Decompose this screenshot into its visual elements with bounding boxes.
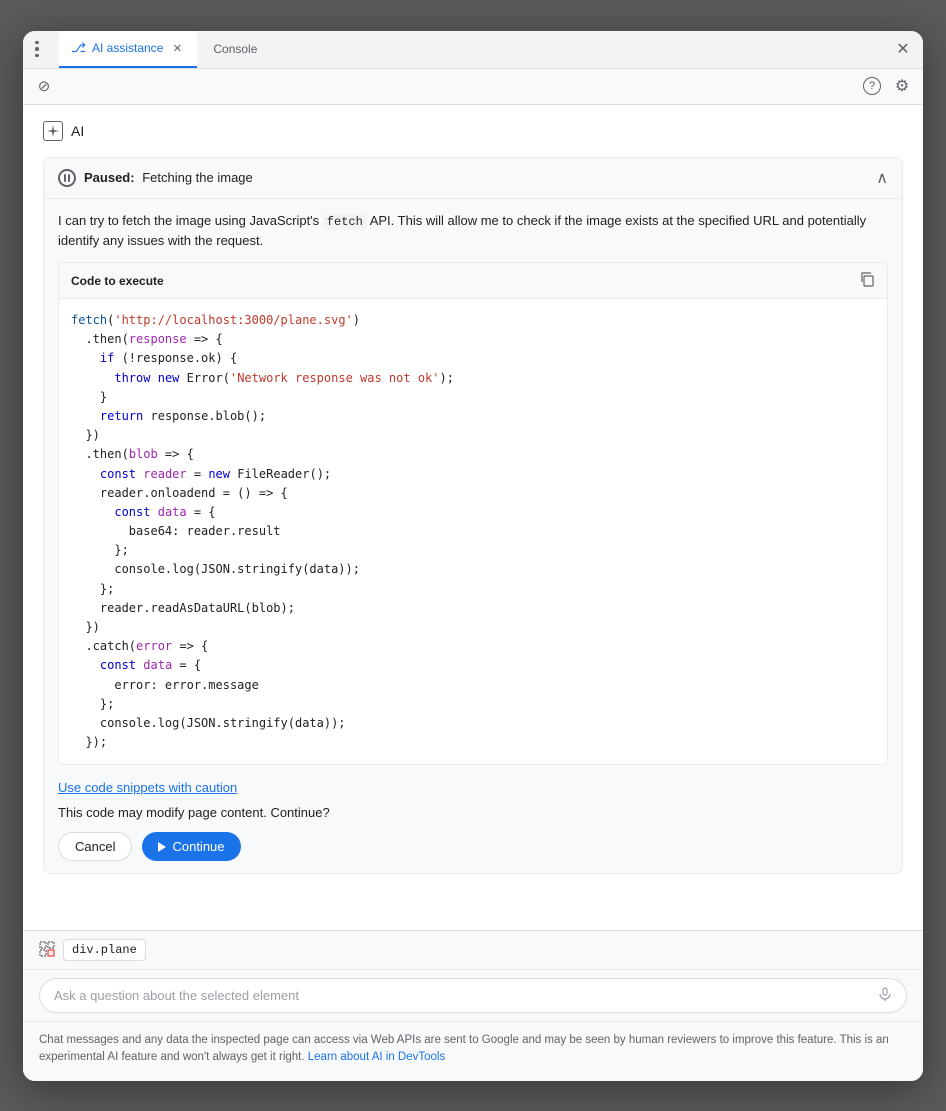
caution-link[interactable]: Use code snippets with caution [58,780,237,795]
help-button[interactable]: ? [859,73,885,99]
tab-console-label: Console [213,42,257,56]
ai-label: AI [71,123,84,139]
ban-button[interactable]: ⊘ [31,73,57,99]
pause-bar-2 [68,174,70,182]
devtools-window: ⎇ AI assistance ✕ Console ✕ ⊘ ? ⚙ [23,31,923,1081]
code-block-header: Code to execute [59,263,887,299]
code-block: Code to execute fetch('http://localhost:… [58,262,888,765]
ai-icon [43,121,63,141]
settings-button[interactable]: ⚙ [889,73,915,99]
tab-ai-label: AI assistance [92,41,163,55]
ban-icon: ⊘ [38,77,51,95]
tab-menu-button[interactable] [31,37,55,61]
collapse-button[interactable]: ∧ [876,168,888,188]
toolbar-right: ? ⚙ [859,73,915,99]
caution-section: Use code snippets with caution This code… [44,779,902,873]
fetch-code-inline: fetch [323,214,367,230]
cancel-button[interactable]: Cancel [58,832,132,861]
action-buttons: Cancel Continue [58,832,888,861]
paused-status: Paused: Fetching the image [84,170,253,185]
paused-icon [58,169,76,187]
paused-block: Paused: Fetching the image ∧ I can try t… [43,157,903,875]
tab-ai-assistance[interactable]: ⎇ AI assistance ✕ [59,31,197,69]
ask-input[interactable] [54,988,878,1003]
main-content: AI Paused: Fetching the image ∧ [23,105,923,931]
code-block-title: Code to execute [71,274,164,288]
ai-panel-header: AI [43,121,903,141]
help-icon: ? [863,77,881,95]
code-pre: fetch('http://localhost:3000/plane.svg')… [71,311,875,752]
paused-header: Paused: Fetching the image ∧ [44,158,902,199]
continue-text: This code may modify page content. Conti… [58,805,888,820]
tab-console[interactable]: Console [201,31,269,69]
ask-input-wrapper [39,978,907,1013]
element-badge: div.plane [63,939,146,961]
tab-ai-close[interactable]: ✕ [169,40,185,56]
element-selector-icon [39,941,55,960]
tab-bar: ⎇ AI assistance ✕ Console ✕ [23,31,923,69]
copy-button[interactable] [859,271,875,290]
settings-icon: ⚙ [895,76,909,96]
toolbar: ⊘ ? ⚙ [23,69,923,105]
mic-icon[interactable] [878,987,892,1004]
disclaimer-text: Chat messages and any data the inspected… [39,1034,889,1063]
ai-sparkle-icon [47,125,59,137]
window-close-button[interactable]: ✕ [891,37,915,61]
play-icon [158,842,166,852]
selected-element-bar: div.plane [23,930,923,969]
description-text: I can try to fetch the image using JavaS… [44,199,902,263]
code-content: fetch('http://localhost:3000/plane.svg')… [59,299,887,764]
pause-bar-1 [64,174,66,182]
disclaimer: Chat messages and any data the inspected… [23,1021,923,1081]
ask-input-area [23,969,923,1021]
ai-tab-icon: ⎇ [71,40,86,56]
paused-title: Paused: Fetching the image [58,169,253,187]
disclaimer-link[interactable]: Learn about AI in DevTools [308,1051,445,1063]
continue-label: Continue [172,839,224,854]
continue-button[interactable]: Continue [142,832,240,861]
